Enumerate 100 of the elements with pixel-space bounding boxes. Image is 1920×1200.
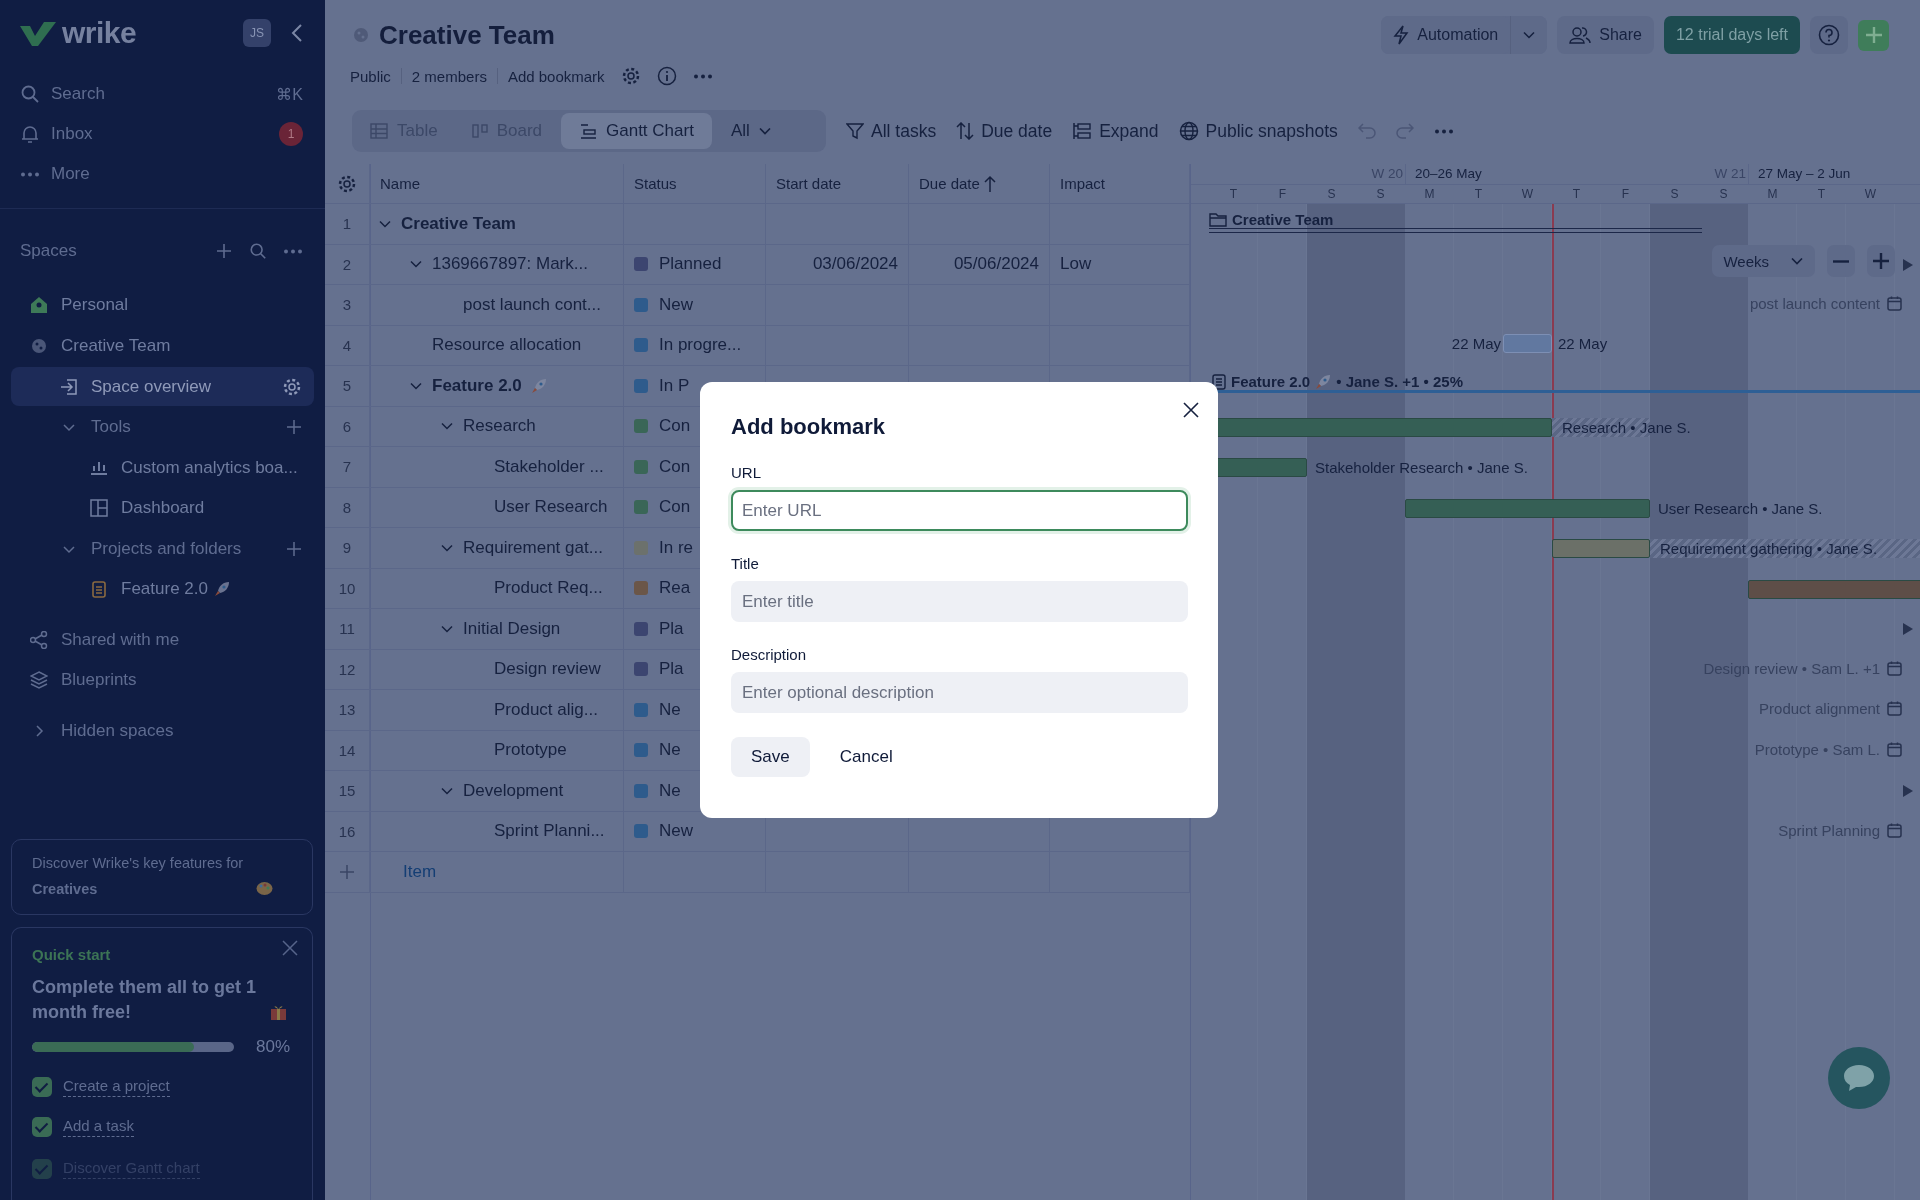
trial-button[interactable]: 12 trial days left — [1663, 16, 1800, 54]
row-number: 1 — [342, 215, 352, 233]
nav-item[interactable]: More — [0, 154, 325, 194]
status-text: Con — [659, 497, 691, 518]
day-label: F — [1620, 187, 1631, 201]
task-name[interactable]: Development — [463, 780, 564, 801]
day-label: W — [1863, 187, 1878, 201]
task-name[interactable]: Product Req... — [494, 578, 603, 599]
sidebar-item[interactable]: Dashboard — [0, 488, 314, 529]
row-number: 3 — [342, 296, 352, 314]
input-field[interactable]: Enter title — [731, 581, 1188, 622]
sidebar-item[interactable]: Space overview — [11, 367, 314, 406]
row-number: 6 — [342, 417, 352, 435]
day-label: T — [1473, 187, 1484, 201]
sidebar-item[interactable]: Shared with me — [0, 619, 314, 660]
toolbar-button[interactable]: Due date — [956, 120, 1053, 142]
status-text: Pla — [659, 659, 684, 680]
promo-card[interactable]: Discover Wrike's key features for Creatives — [11, 839, 313, 915]
cancel-button[interactable]: Cancel — [821, 737, 911, 777]
sidebar-item[interactable]: Custom analytics boa... — [0, 447, 314, 488]
task-name[interactable]: Resource allocation — [432, 335, 582, 356]
dialog-title: Add bookmark — [731, 414, 887, 440]
row-number: 13 — [338, 701, 356, 719]
day-label: T — [1228, 187, 1239, 201]
meta-link[interactable]: Public — [350, 67, 391, 85]
row-number: 12 — [338, 660, 356, 678]
save-button[interactable]: Save — [731, 737, 810, 777]
nav-item[interactable]: Inbox 1 — [0, 114, 325, 154]
task-name[interactable]: Creative Team — [401, 213, 516, 234]
promo-text: Discover Wrike's key features for Creatives — [32, 854, 245, 899]
bar-label: Research • Jane S. — [1552, 417, 1691, 437]
input-field[interactable]: Enter URL — [731, 490, 1188, 531]
day-label: S — [1718, 187, 1729, 201]
field-label: URL — [731, 464, 762, 481]
row-number: 15 — [338, 782, 356, 800]
day-label: S — [1326, 187, 1337, 201]
meta-link[interactable]: Add bookmark — [507, 67, 605, 85]
field-label: Description — [731, 646, 808, 663]
sidebar-item[interactable]: Feature 2.0 — [0, 569, 314, 610]
share-button[interactable]: Share — [1557, 16, 1654, 54]
view-filter-dropdown[interactable]: All — [715, 113, 786, 149]
sidebar-item[interactable]: Creative Team — [0, 325, 314, 366]
toolbar-button[interactable]: Expand — [1072, 120, 1159, 142]
task-name[interactable]: Stakeholder ... — [494, 456, 604, 477]
sidebar-item[interactable]: Blueprints — [0, 660, 314, 701]
task-link[interactable]: Add a task — [63, 1117, 134, 1137]
week-range: 27 May – 2 Jun — [1758, 166, 1851, 181]
status-text: In progre... — [659, 335, 742, 356]
toolbar-button[interactable]: All tasks — [846, 120, 937, 142]
new-item-link[interactable]: Item — [403, 861, 437, 882]
task-name[interactable]: Feature 2.0 — [432, 375, 522, 396]
quick-start-title: Quick start — [32, 946, 112, 963]
sidebar-item[interactable]: Hidden spaces — [0, 710, 314, 751]
day-label: T — [1571, 187, 1582, 201]
input-field[interactable]: Enter optional description — [731, 672, 1188, 713]
row-number: 10 — [338, 579, 356, 597]
nav-item[interactable]: Search ⌘K — [0, 74, 325, 114]
status-text: In re — [659, 537, 694, 558]
task-name[interactable]: Product alig... — [494, 699, 598, 720]
spaces-heading: Spaces — [20, 241, 77, 261]
start-date-label: 22 May — [1451, 334, 1501, 352]
task-name[interactable]: User Research — [494, 497, 608, 518]
status-text: Ne — [659, 740, 681, 761]
sidebar-item[interactable]: Personal — [0, 285, 314, 326]
column-header[interactable]: Name — [380, 175, 420, 192]
column-header[interactable]: Status — [634, 175, 677, 192]
task-name[interactable]: Requirement gat... — [463, 537, 603, 558]
task-link[interactable]: Create a project — [63, 1077, 170, 1097]
view-tab[interactable]: Gantt Chart — [561, 113, 712, 149]
due-date-label: 22 May — [1558, 334, 1608, 352]
task-name[interactable]: Sprint Planni... — [494, 821, 605, 842]
toolbar-button[interactable]: Public snapshots — [1178, 120, 1338, 142]
row-number: 4 — [342, 336, 352, 354]
column-header[interactable]: Start date — [776, 175, 842, 192]
day-label: S — [1375, 187, 1386, 201]
table-cell: 03/06/2024 — [812, 254, 898, 275]
task-name[interactable]: Initial Design — [463, 618, 561, 639]
day-label: M — [1766, 187, 1779, 201]
status-text: Con — [659, 456, 691, 477]
task-name[interactable]: 1369667897: Mark... — [432, 254, 588, 275]
bar-label: User Research • Jane S. — [1658, 498, 1823, 518]
task-name[interactable]: post launch cont... — [463, 294, 601, 315]
status-text: Con — [659, 416, 691, 437]
day-label: M — [1423, 187, 1436, 201]
sidebar-item[interactable]: Tools — [0, 407, 314, 448]
day-label: W — [1520, 187, 1535, 201]
avatar[interactable]: JS — [243, 19, 271, 47]
group-label: Creative Team — [1232, 211, 1334, 228]
column-header[interactable]: Impact — [1060, 175, 1105, 192]
task-name[interactable]: Research — [463, 416, 536, 437]
field-label: Title — [731, 555, 760, 572]
task-name[interactable]: Design review — [494, 659, 601, 680]
bar-label: Stakeholder Research • Jane S. — [1315, 458, 1528, 477]
meta-link[interactable]: 2 members — [411, 67, 487, 85]
sidebar-item[interactable]: Projects and folders — [0, 528, 314, 569]
scale-dropdown[interactable]: Weeks — [1712, 245, 1815, 277]
column-header[interactable]: Due date — [919, 175, 980, 192]
progress-percent: 80% — [256, 1037, 291, 1057]
status-text: Rea — [659, 578, 691, 599]
task-name[interactable]: Prototype — [494, 740, 567, 761]
